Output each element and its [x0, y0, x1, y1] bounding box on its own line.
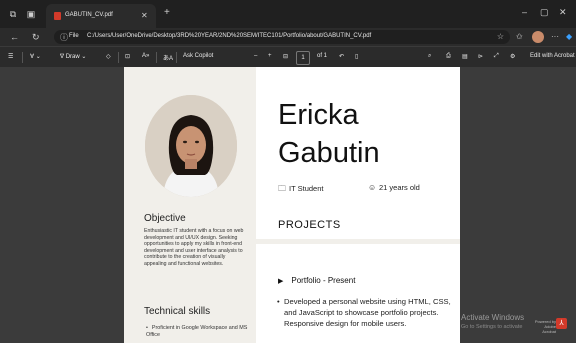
eraser-icon[interactable]: ◇	[106, 53, 111, 60]
tab-actions-icon[interactable]: ▣	[26, 9, 36, 19]
pdf-file-icon	[54, 12, 61, 20]
refresh-icon[interactable]: ↻	[32, 31, 40, 43]
briefcase-icon: 🗀	[278, 184, 286, 193]
contents-icon[interactable]: ☰	[8, 53, 13, 60]
triangle-bullet-icon: ▶	[278, 278, 284, 285]
more-options-icon[interactable]: ···	[551, 32, 559, 41]
highlight-icon[interactable]: ∀ ⌄	[30, 53, 41, 60]
workspaces-icon[interactable]: ⧉	[8, 9, 18, 19]
acrobat-icon[interactable]: ⅄	[556, 318, 567, 329]
info-icon[interactable]: ⓘ	[60, 32, 68, 43]
minimize-icon[interactable]: –	[522, 7, 527, 17]
url-text[interactable]: C:/Users/User/OneDrive/Desktop/3RD%20YEA…	[87, 33, 371, 39]
save-as-icon[interactable]: ⊳	[478, 53, 483, 60]
zoom-in-icon[interactable]: +	[268, 53, 272, 59]
ask-copilot-button[interactable]: Ask Copilot	[183, 53, 213, 59]
page-number-input[interactable]: 1	[296, 51, 310, 65]
search-icon[interactable]: ⌕	[428, 53, 431, 60]
toolbar-divider	[22, 52, 23, 63]
pdf-page[interactable]: Objective Enthusiastic IT student with a…	[124, 67, 460, 343]
read-aloud-icon[interactable]: A»	[142, 53, 149, 59]
url-field[interactable]: ⓘ File C:/Users/User/OneDrive/Desktop/3R…	[54, 30, 510, 44]
pdf-toolbar: ☰ ∀ ⌄ ∇ Draw ⌄ ◇ ⊡ A» あA Ask Copilot – +…	[0, 46, 576, 68]
fit-page-icon[interactable]: ⊟	[283, 53, 288, 60]
settings-icon[interactable]: ⚙	[510, 53, 515, 60]
toolbar-divider	[176, 52, 177, 63]
maximize-icon[interactable]: ▢	[540, 7, 549, 18]
projects-heading: PROJECTS	[278, 219, 341, 231]
first-name: Ericka	[278, 99, 359, 131]
fullscreen-icon[interactable]: ⤢	[494, 53, 499, 60]
age-text: 21 years old	[379, 183, 420, 192]
close-tab-icon[interactable]: ✕	[141, 11, 148, 20]
draw-label: Draw	[65, 54, 80, 60]
powered-by-acrobat: Powered by Adobe Acrobat	[530, 319, 556, 334]
objective-heading: Objective	[144, 213, 186, 224]
title-bar: ⧉ ▣ GABUTIN_CV.pdf ✕ + – ▢ ✕	[0, 0, 576, 28]
age-info: ☺ 21 years old	[368, 183, 420, 192]
tab-title: GABUTIN_CV.pdf	[65, 12, 113, 18]
back-icon[interactable]: ←	[10, 31, 19, 43]
zoom-out-icon[interactable]: –	[254, 53, 257, 59]
tab-gabutin-cv[interactable]: GABUTIN_CV.pdf ✕	[46, 4, 156, 28]
url-scheme-label: File	[69, 33, 79, 39]
add-text-icon[interactable]: ⊡	[125, 53, 130, 60]
project-title-text: Portfolio - Present	[291, 276, 356, 285]
list-item: Proficient in Google Workspace and MS Of…	[146, 325, 250, 339]
objective-text: Enthusiastic IT student with a focus on …	[144, 228, 244, 267]
activate-windows-watermark: Activate Windows	[461, 313, 525, 322]
edit-with-acrobat-button[interactable]: Edit with Acrobat	[530, 53, 575, 59]
translate-icon[interactable]: あA	[163, 53, 173, 62]
favorite-star-icon[interactable]: ☆	[497, 32, 504, 41]
project-description: Developed a personal website using HTML,…	[277, 296, 454, 330]
user-circle-icon: ☺	[368, 183, 377, 192]
close-window-icon[interactable]: ✕	[559, 7, 567, 18]
save-icon[interactable]: ▤	[462, 53, 468, 60]
technical-skills-list: Proficient in Google Workspace and MS Of…	[146, 325, 250, 339]
print-icon[interactable]: ⎙	[446, 53, 451, 60]
activate-windows-subtext: Go to Settings to activate	[461, 324, 523, 330]
page-view-icon[interactable]: ▯	[355, 53, 358, 60]
toolbar-divider	[156, 52, 157, 63]
draw-button[interactable]: ∇ Draw ⌄	[60, 53, 86, 60]
technical-skills-heading: Technical skills	[144, 306, 211, 317]
new-tab-icon[interactable]: +	[164, 8, 170, 18]
role-info: 🗀 IT Student	[278, 183, 323, 197]
profile-photo	[145, 95, 237, 197]
page-total: of 1	[317, 53, 328, 59]
role-text: IT Student	[289, 184, 324, 193]
address-bar: ← ↻ ⓘ File C:/Users/User/OneDrive/Deskto…	[0, 28, 576, 46]
last-name: Gabutin	[278, 137, 380, 169]
favorites-icon[interactable]: ✩	[516, 32, 523, 41]
rotate-icon[interactable]: ↶	[339, 53, 344, 60]
copilot-icon[interactable]: ◆	[566, 32, 572, 41]
project-title: ▶ Portfolio - Present	[278, 276, 355, 285]
profile-avatar[interactable]	[532, 31, 544, 43]
section-divider	[256, 239, 460, 244]
adobe-acrobat-text: Adobe Acrobat	[542, 324, 556, 334]
cv-sidebar: Objective Enthusiastic IT student with a…	[124, 67, 256, 343]
toolbar-divider	[118, 52, 119, 63]
